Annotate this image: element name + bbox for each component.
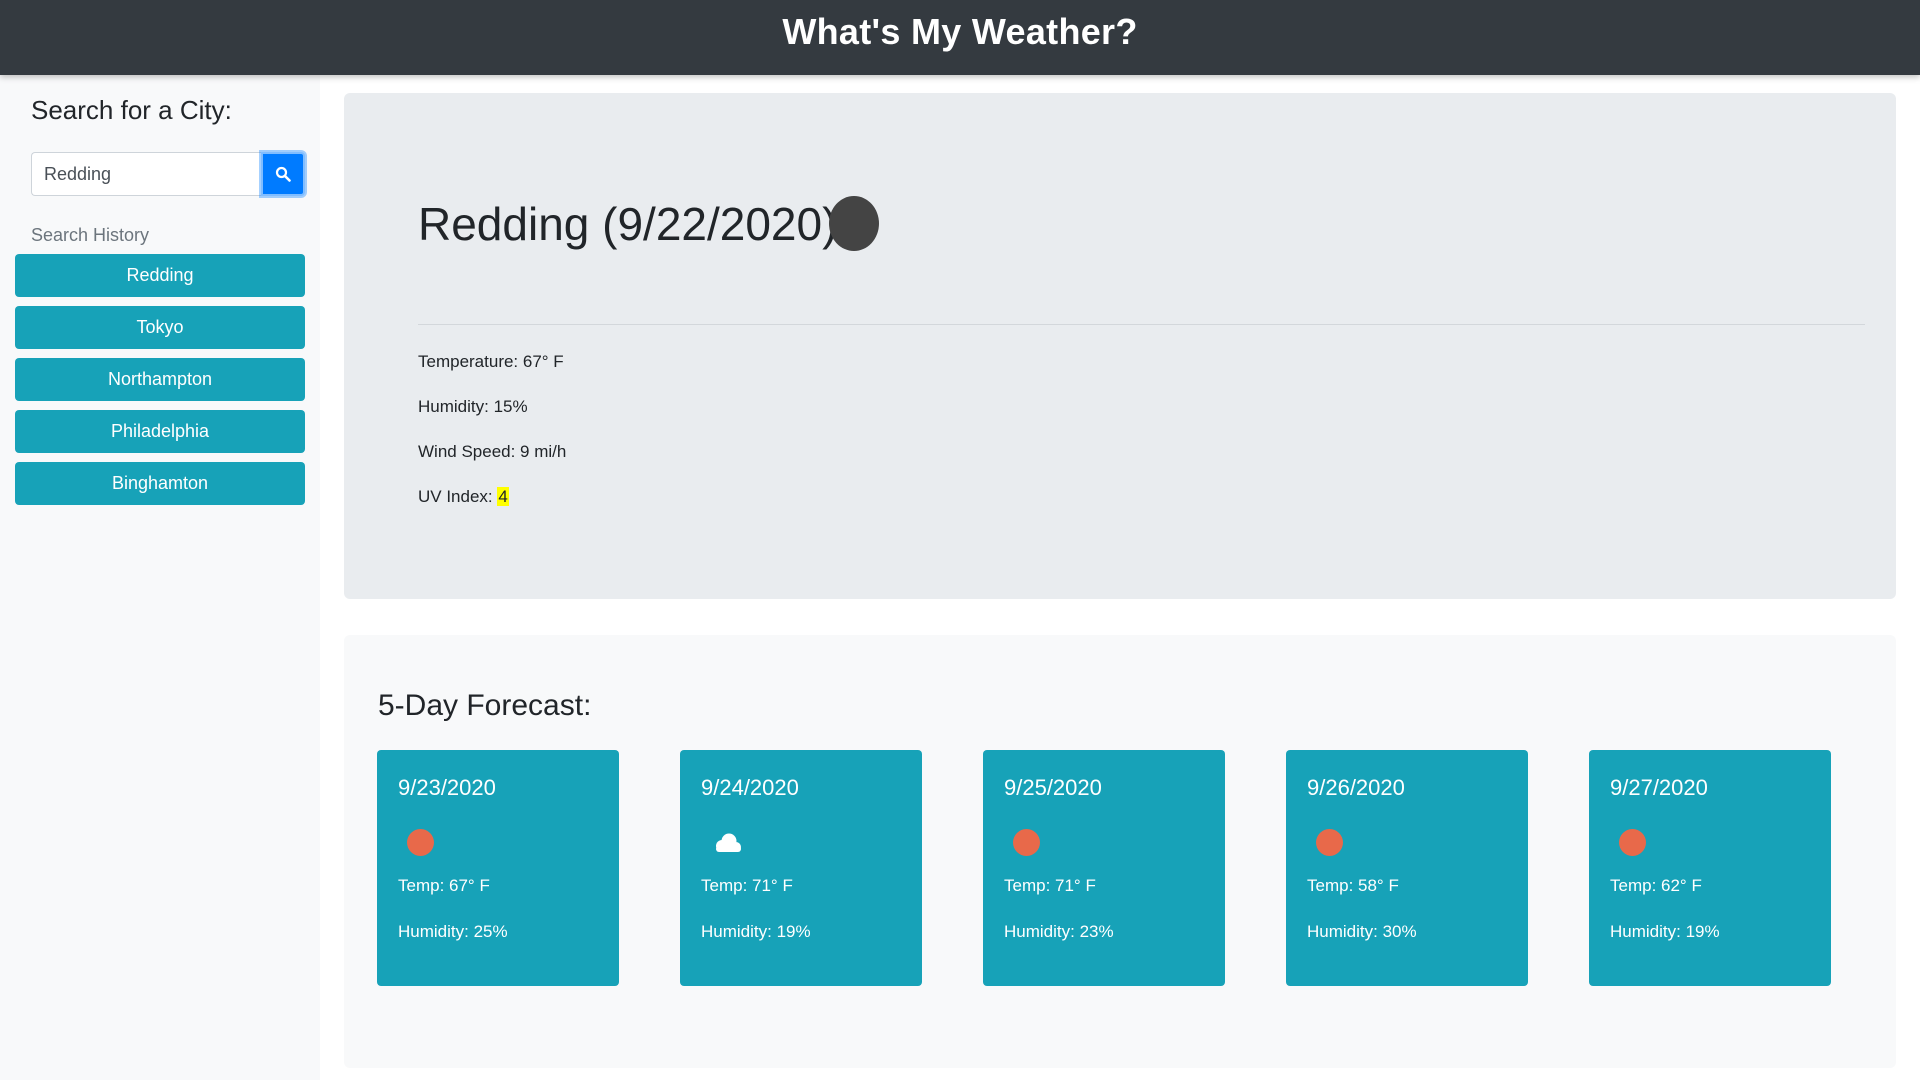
current-humidity: Humidity: 15% (418, 397, 528, 416)
current-wind-speed: Wind Speed: 9 mi/h (418, 442, 567, 461)
current-uv-index: UV Index: 4 (418, 487, 509, 507)
history-item-tokyo[interactable]: Tokyo (15, 306, 305, 349)
sun-icon (1316, 829, 1344, 857)
forecast-card: 9/25/2020 Temp: 71° F Humidity: 23% (983, 750, 1225, 986)
history-item-northampton[interactable]: Northampton (15, 358, 305, 401)
forecast-date: 9/27/2020 (1610, 775, 1708, 800)
forecast-heading: 5-Day Forecast: (378, 689, 592, 722)
search-history-list: Redding Tokyo Northampton Philadelphia B… (15, 254, 305, 514)
city-search-input[interactable] (31, 152, 261, 196)
forecast-date: 9/24/2020 (701, 775, 799, 800)
uv-index-label: UV Index: (418, 487, 498, 506)
forecast-humidity: Humidity: 30% (1307, 922, 1417, 941)
history-item-redding[interactable]: Redding (15, 254, 305, 297)
current-temperature: Temperature: 67° F (418, 352, 564, 371)
forecast-card: 9/23/2020 Temp: 67° F Humidity: 25% (377, 750, 619, 986)
forecast-card: 9/24/2020 Temp: 71° F Humidity: 19% (680, 750, 922, 986)
forecast-date: 9/26/2020 (1307, 775, 1405, 800)
app-header: What's My Weather? (0, 0, 1920, 75)
search-group (31, 152, 305, 196)
history-item-philadelphia[interactable]: Philadelphia (15, 410, 305, 453)
forecast-card: 9/27/2020 Temp: 62° F Humidity: 19% (1589, 750, 1831, 986)
app-title: What's My Weather? (782, 10, 1138, 52)
sidebar: Search for a City: Search History Reddin… (0, 75, 320, 1080)
forecast-temp: Temp: 62° F (1610, 876, 1702, 895)
sun-icon (1619, 829, 1647, 857)
forecast-panel: 5-Day Forecast: 9/23/2020 Temp: 67° F Hu… (344, 635, 1896, 1068)
forecast-date: 9/25/2020 (1004, 775, 1102, 800)
current-weather-panel: Redding (9/22/2020) Temperature: 67° F H… (344, 93, 1896, 599)
search-history-label: Search History (31, 225, 150, 245)
current-city-title: Redding (9/22/2020) (418, 198, 838, 250)
forecast-date: 9/23/2020 (398, 775, 496, 800)
cloud-icon (710, 829, 741, 857)
forecast-temp: Temp: 58° F (1307, 876, 1399, 895)
sun-icon (1013, 829, 1041, 857)
forecast-card: 9/26/2020 Temp: 58° F Humidity: 30% (1286, 750, 1528, 986)
forecast-humidity: Humidity: 19% (701, 922, 811, 941)
weather-icon (829, 196, 879, 251)
forecast-humidity: Humidity: 23% (1004, 922, 1114, 941)
search-button[interactable] (261, 152, 305, 196)
search-heading: Search for a City: (31, 95, 232, 125)
forecast-cards: 9/23/2020 Temp: 67° F Humidity: 25% 9/24… (377, 750, 1831, 986)
forecast-temp: Temp: 67° F (398, 876, 490, 895)
forecast-temp: Temp: 71° F (1004, 876, 1096, 895)
forecast-humidity: Humidity: 19% (1610, 922, 1720, 941)
uv-index-badge: 4 (497, 487, 509, 506)
forecast-humidity: Humidity: 25% (398, 922, 508, 941)
divider (418, 324, 1865, 325)
history-item-binghamton[interactable]: Binghamton (15, 462, 305, 505)
sun-icon (407, 829, 435, 857)
search-icon (275, 166, 291, 182)
forecast-temp: Temp: 71° F (701, 876, 793, 895)
